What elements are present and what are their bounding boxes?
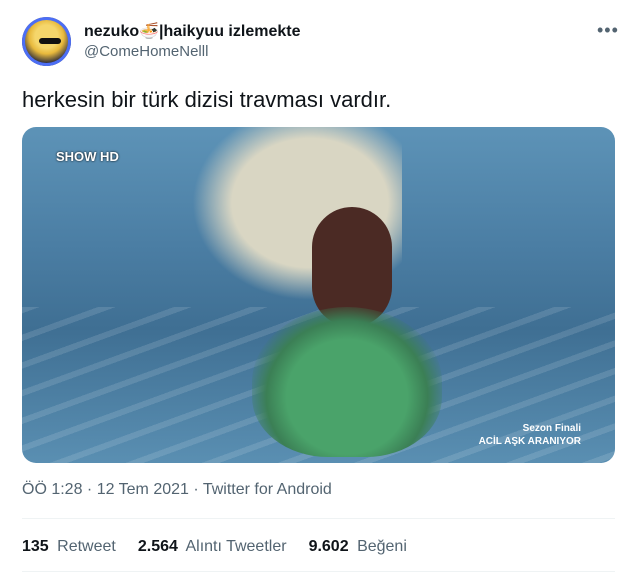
tweet-card: nezuko🍜|haikyuu izlemekte @ComeHomeNelll…: [0, 0, 635, 578]
tweet-stats: 135 Retweet 2.564 Alıntı Tweetler 9.602 …: [22, 538, 407, 556]
retweet-stat[interactable]: 135 Retweet: [22, 538, 116, 556]
like-stat[interactable]: 9.602 Beğeni: [309, 538, 407, 556]
channel-logo: SHOW HD: [56, 149, 119, 164]
tweet-meta[interactable]: ÖÖ 1:28 · 12 Tem 2021 · Twitter for Andr…: [22, 481, 332, 499]
woman-dress: [252, 307, 442, 457]
quote-label: Alıntı Tweetler: [185, 538, 287, 555]
more-horizontal-icon[interactable]: •••: [597, 20, 619, 41]
quote-count: 2.564: [137, 538, 178, 555]
divider-bottom: [22, 571, 615, 572]
tweet-text: herkesin bir türk dizisi travması vardır…: [22, 87, 392, 112]
divider-top: [22, 518, 615, 519]
tweet-media-image[interactable]: SHOW HD Sezon Finali ACİL AŞK ARANIYOR: [22, 127, 615, 463]
retweet-count: 135: [22, 538, 49, 555]
like-label: Beğeni: [357, 538, 407, 555]
user-handle[interactable]: @ComeHomeNelll: [84, 43, 208, 60]
quote-stat[interactable]: 2.564 Alıntı Tweetler: [138, 538, 287, 556]
display-name[interactable]: nezuko🍜|haikyuu izlemekte: [84, 21, 300, 41]
caption-show-title: ACİL AŞK ARANIYOR: [478, 436, 581, 447]
retweet-label: Retweet: [57, 538, 116, 555]
like-count: 9.602: [308, 538, 349, 555]
caption-season-final: Sezon Finali: [522, 423, 581, 434]
avatar[interactable]: [22, 17, 71, 66]
avatar-glasses: [39, 38, 61, 44]
